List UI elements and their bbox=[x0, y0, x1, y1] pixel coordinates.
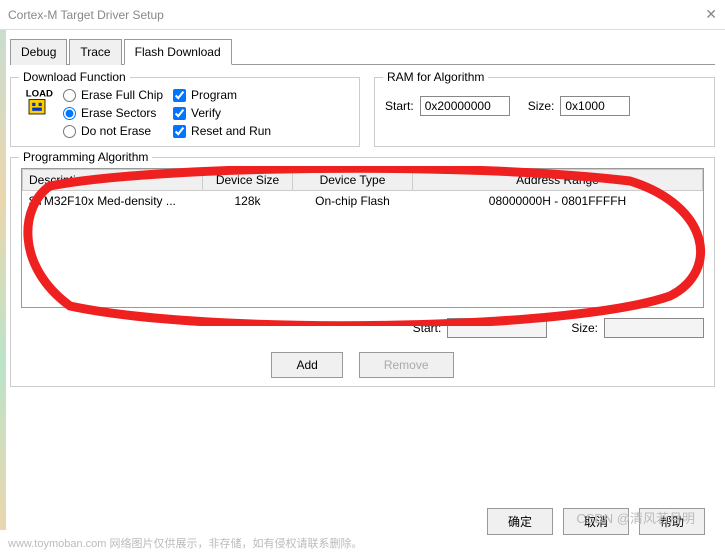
algo-size-label: Size: bbox=[571, 321, 598, 335]
titlebar: Cortex-M Target Driver Setup ✕ bbox=[0, 0, 725, 30]
download-function-group: Download Function LOAD Erase Full Chip E… bbox=[10, 77, 360, 147]
cell-device-size: 128k bbox=[203, 191, 293, 212]
watermark-left: www.toymoban.com 网络图片仅供展示，非存储，如有侵权请联系删除。 bbox=[8, 535, 362, 551]
radio-erase-sectors[interactable]: Erase Sectors bbox=[63, 106, 163, 120]
add-button[interactable]: Add bbox=[271, 352, 342, 378]
algorithm-table[interactable]: Description Device Size Device Type Addr… bbox=[21, 168, 704, 308]
check-reset-and-run[interactable]: Reset and Run bbox=[173, 124, 271, 138]
radio-do-not-erase[interactable]: Do not Erase bbox=[63, 124, 163, 138]
svg-text:LOAD: LOAD bbox=[26, 90, 53, 99]
ram-size-label: Size: bbox=[528, 99, 555, 113]
cell-description: STM32F10x Med-density ... bbox=[23, 191, 203, 212]
table-row[interactable]: STM32F10x Med-density ... 128k On-chip F… bbox=[23, 191, 703, 212]
cancel-button[interactable]: 取消 bbox=[563, 508, 629, 535]
cell-device-type: On-chip Flash bbox=[293, 191, 413, 212]
check-verify[interactable]: Verify bbox=[173, 106, 271, 120]
load-icon: LOAD bbox=[21, 90, 53, 122]
ok-button[interactable]: 确定 bbox=[487, 508, 553, 535]
prog-algo-title: Programming Algorithm bbox=[19, 150, 152, 164]
col-description[interactable]: Description bbox=[23, 170, 203, 191]
algo-size-input[interactable] bbox=[604, 318, 704, 338]
ram-start-label: Start: bbox=[385, 99, 414, 113]
window-title: Cortex-M Target Driver Setup bbox=[8, 8, 164, 22]
tab-flash-download[interactable]: Flash Download bbox=[124, 39, 232, 65]
help-button[interactable]: 帮助 bbox=[639, 508, 705, 535]
programming-algorithm-group: Programming Algorithm Description Device… bbox=[10, 157, 715, 387]
ram-title: RAM for Algorithm bbox=[383, 70, 488, 84]
remove-button[interactable]: Remove bbox=[359, 352, 454, 378]
ram-start-input[interactable] bbox=[420, 96, 510, 116]
col-device-type[interactable]: Device Type bbox=[293, 170, 413, 191]
tab-debug[interactable]: Debug bbox=[10, 39, 67, 65]
tab-strip: Debug Trace Flash Download bbox=[10, 38, 715, 65]
edge-decoration bbox=[0, 30, 6, 530]
col-device-size[interactable]: Device Size bbox=[203, 170, 293, 191]
cell-address-range: 08000000H - 0801FFFFH bbox=[413, 191, 703, 212]
tab-trace[interactable]: Trace bbox=[69, 39, 121, 65]
close-icon[interactable]: ✕ bbox=[705, 6, 717, 23]
algo-start-input[interactable] bbox=[447, 318, 547, 338]
check-program[interactable]: Program bbox=[173, 88, 271, 102]
col-address-range[interactable]: Address Range bbox=[413, 170, 703, 191]
ram-for-algorithm-group: RAM for Algorithm Start: Size: bbox=[374, 77, 715, 147]
download-function-title: Download Function bbox=[19, 70, 130, 84]
algo-start-label: Start: bbox=[413, 321, 442, 335]
radio-erase-full-chip[interactable]: Erase Full Chip bbox=[63, 88, 163, 102]
ram-size-input[interactable] bbox=[560, 96, 630, 116]
